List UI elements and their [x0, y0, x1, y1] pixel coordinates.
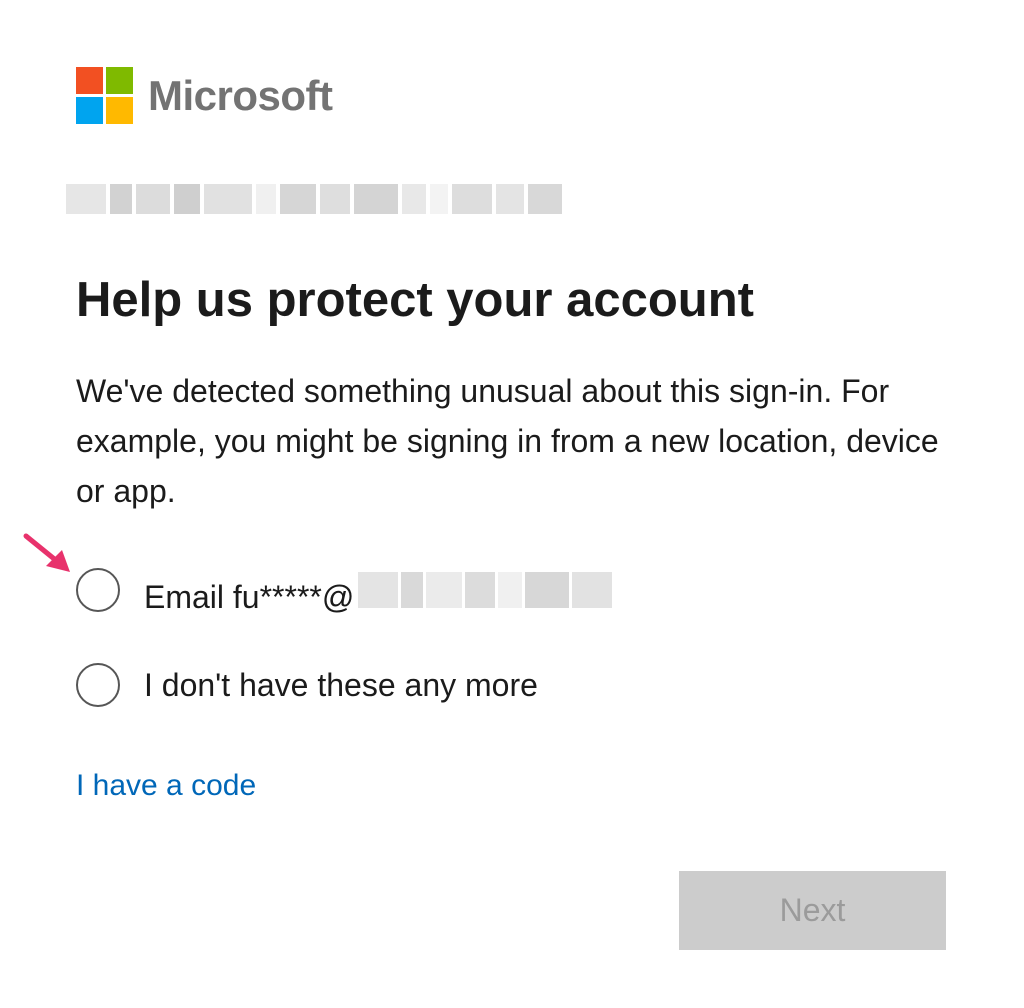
- option-no-access[interactable]: I don't have these any more: [76, 663, 538, 707]
- radio-no-access[interactable]: [76, 663, 120, 707]
- microsoft-logo: Microsoft: [76, 67, 333, 124]
- brand-name: Microsoft: [148, 71, 333, 119]
- next-button[interactable]: Next: [679, 871, 946, 950]
- redacted-email-domain: [358, 563, 613, 617]
- option-email[interactable]: Email fu*****@: [76, 563, 613, 617]
- redacted-account-identity: [66, 170, 604, 228]
- option-email-label[interactable]: Email fu*****@: [144, 563, 613, 617]
- have-code-link[interactable]: I have a code: [76, 769, 256, 803]
- page-description: We've detected something unusual about t…: [76, 373, 939, 509]
- microsoft-logo-icon: [76, 67, 133, 124]
- radio-email[interactable]: [76, 568, 120, 612]
- option-no-access-label[interactable]: I don't have these any more: [144, 667, 538, 704]
- page-title: Help us protect your account: [76, 273, 754, 327]
- annotation-arrow-icon: [23, 533, 70, 572]
